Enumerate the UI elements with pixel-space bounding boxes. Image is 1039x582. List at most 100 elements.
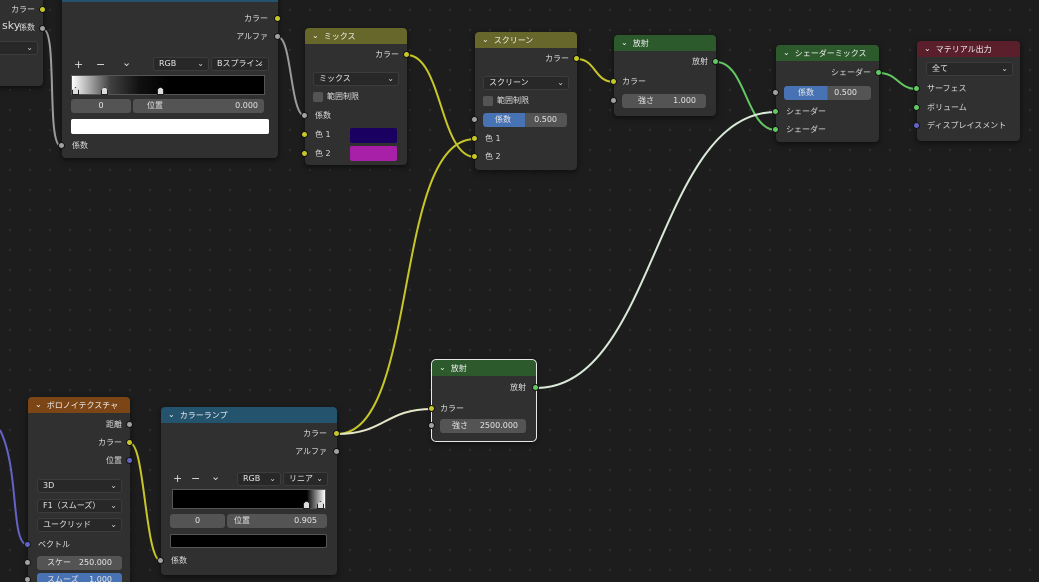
emission-top-strength-field[interactable]: 強さ 1.000	[622, 94, 706, 108]
fragment-node[interactable]: カラー sky 係数 ⌄	[0, 0, 43, 86]
mix-out-color-socket[interactable]	[403, 51, 410, 58]
emission-top-in-color-socket[interactable]	[610, 78, 617, 85]
emission-top-header[interactable]: ⌄ 放射	[614, 35, 716, 51]
colorramp-bottom-color-swatch[interactable]	[170, 534, 327, 548]
material-output-target[interactable]: 全て ⌄	[926, 62, 1013, 76]
mix-blend-dropdown[interactable]: ミックス ⌄	[313, 72, 399, 86]
voronoi-header[interactable]: ⌄ ボロノイテクスチャ	[28, 397, 130, 413]
ramp-menu-button[interactable]: ⌄	[211, 471, 220, 483]
voronoi-out-position-socket[interactable]	[126, 457, 133, 464]
emission-bottom-strength-socket[interactable]	[428, 422, 435, 429]
voronoi-scale-field[interactable]: スケー 250.000	[37, 556, 122, 570]
voronoi-scale-socket[interactable]	[24, 559, 31, 566]
colorramp-bottom-out-alpha: アルファ	[295, 447, 327, 456]
material-output-surface-socket[interactable]	[913, 85, 920, 92]
colorramp-top-gradient[interactable]	[71, 75, 265, 95]
remove-stop-button[interactable]: −	[191, 473, 200, 485]
voronoi-feature[interactable]: F1（スムーズ） ⌄	[37, 499, 122, 513]
screen-blend-dropdown[interactable]: スクリーン ⌄	[483, 76, 569, 90]
mix-color1-socket[interactable]	[301, 131, 308, 138]
mix-header[interactable]: ⌄ ミックス	[305, 28, 407, 44]
screen-clamp-checkbox[interactable]	[483, 96, 493, 106]
voronoi-smooth-field[interactable]: スムーズ 1.000	[37, 573, 122, 582]
mix-shader-out-socket[interactable]	[875, 69, 882, 76]
colorramp-top-out-alpha-socket[interactable]	[274, 33, 281, 40]
colorramp-top-color-swatch[interactable]	[71, 119, 269, 134]
colorramp-top-out-color-socket[interactable]	[274, 15, 281, 22]
screen-color1-socket[interactable]	[471, 135, 478, 142]
mix-shader-out: シェーダー	[831, 68, 871, 77]
remove-stop-button[interactable]: −	[96, 59, 105, 71]
add-stop-button[interactable]: +	[173, 473, 182, 485]
voronoi-out-color-socket[interactable]	[126, 439, 133, 446]
fragment-out-color-socket[interactable]	[39, 6, 46, 13]
voronoi-out-position: 位置	[106, 456, 122, 465]
colorramp-bottom-header[interactable]: ⌄ カラーランプ	[161, 407, 337, 423]
emission-top-node[interactable]: ⌄ 放射 放射 カラー 強さ 1.000	[614, 35, 716, 116]
colorramp-top-interp[interactable]: Bスプライン ⌄	[211, 57, 269, 71]
screen-factor-socket[interactable]	[471, 116, 478, 123]
material-output-header[interactable]: ⌄ マテリアル出力	[917, 41, 1020, 57]
mix-shader-factor-field[interactable]: 係数 0.500	[784, 86, 871, 100]
colorramp-top-in-factor-socket[interactable]	[58, 142, 65, 149]
fragment-dropdown[interactable]: ⌄	[0, 41, 38, 55]
mix-shader-header[interactable]: ⌄ シェーダーミックス	[776, 45, 879, 61]
voronoi-title: ボロノイテクスチャ	[46, 400, 119, 410]
voronoi-node[interactable]: ⌄ ボロノイテクスチャ 距離 カラー 位置 3D ⌄ F1（スムーズ） ⌄ ユークリッ…	[28, 397, 130, 582]
add-stop-button[interactable]: +	[74, 59, 83, 71]
mix-factor-socket[interactable]	[301, 112, 308, 119]
screen-title: スクリーン	[493, 35, 534, 45]
mix-factor-label: 係数	[315, 111, 331, 120]
mix-shader-factor-label: 係数	[798, 88, 814, 97]
material-output-displacement-socket[interactable]	[913, 122, 920, 129]
emission-bottom-strength-field[interactable]: 強さ 2500.000	[440, 419, 526, 433]
voronoi-smooth-socket[interactable]	[24, 576, 31, 582]
mix-clamp-checkbox[interactable]	[313, 92, 323, 102]
mix-color2-swatch[interactable]	[350, 146, 397, 161]
emission-top-strength-socket[interactable]	[610, 97, 617, 104]
colorramp-bottom-stop-index[interactable]: 0	[170, 514, 225, 528]
screen-out-color-socket[interactable]	[573, 55, 580, 62]
colorramp-bottom-node[interactable]: ⌄ カラーランプ カラー アルファ + − ⌄ RGB ⌄ リニア ⌄ 0 位置 0.…	[161, 407, 337, 575]
mix-color1-swatch[interactable]	[350, 128, 397, 143]
voronoi-metric[interactable]: ユークリッド ⌄	[37, 518, 122, 532]
screen-node[interactable]: ⌄ スクリーン カラー スクリーン ⌄ 範囲制限 係数 0.500 色 1 色 2	[475, 32, 577, 170]
mix-shader-node[interactable]: ⌄ シェーダーミックス シェーダー 係数 0.500 シェーダー シェーダー	[776, 45, 879, 142]
colorramp-top-node[interactable]: カラー アルファ + − ⌄ RGB ⌄ Bスプライン ⌄ 0 位置 0.000 係…	[62, 0, 278, 158]
emission-bottom-in-color-socket[interactable]	[428, 405, 435, 412]
colorramp-bottom-out-alpha-socket[interactable]	[333, 448, 340, 455]
screen-factor-field[interactable]: 係数 0.500	[483, 113, 567, 127]
colorramp-bottom-out-color-socket[interactable]	[333, 430, 340, 437]
emission-bottom-out-socket[interactable]	[532, 384, 539, 391]
ramp-menu-button[interactable]: ⌄	[122, 57, 131, 69]
link-mixshader-to-output	[878, 72, 918, 90]
colorramp-bottom-mode[interactable]: RGB ⌄	[237, 472, 281, 486]
colorramp-bottom-in-factor-socket[interactable]	[157, 557, 164, 564]
mix-shader-factor-socket[interactable]	[772, 89, 779, 96]
emission-bottom-node[interactable]: ⌄ 放射 放射 カラー 強さ 2500.000	[431, 359, 537, 442]
colorramp-bottom-interp[interactable]: リニア ⌄	[283, 472, 328, 486]
mix-color2-socket[interactable]	[301, 150, 308, 157]
screen-color2-socket[interactable]	[471, 153, 478, 160]
emission-top-out-socket[interactable]	[712, 58, 719, 65]
colorramp-bottom-pos-value: 0.905	[294, 516, 317, 525]
mix-node[interactable]: ⌄ ミックス カラー ミックス ⌄ 範囲制限 係数 色 1 色 2	[305, 28, 407, 165]
material-output-node[interactable]: ⌄ マテリアル出力 全て ⌄ サーフェス ボリューム ディスプレイスメント	[917, 41, 1020, 141]
colorramp-top-stop-index[interactable]: 0	[71, 99, 131, 113]
voronoi-out-distance: 距離	[106, 420, 122, 429]
screen-header[interactable]: ⌄ スクリーン	[475, 32, 577, 48]
colorramp-top-mode[interactable]: RGB ⌄	[153, 57, 209, 71]
colorramp-top-position[interactable]: 位置 0.000	[133, 99, 264, 113]
voronoi-scale-value: 250.000	[78, 558, 112, 567]
mix-shader-in2-socket[interactable]	[772, 126, 779, 133]
material-output-volume-socket[interactable]	[913, 104, 920, 111]
fragment-out-factor-socket[interactable]	[39, 25, 46, 32]
mix-shader-in1-socket[interactable]	[772, 108, 779, 115]
emission-bottom-header[interactable]: ⌄ 放射	[432, 360, 536, 376]
link-screen-to-emission	[576, 58, 615, 83]
voronoi-out-distance-socket[interactable]	[126, 421, 133, 428]
voronoi-dimensions[interactable]: 3D ⌄	[37, 479, 122, 493]
colorramp-bottom-gradient[interactable]	[172, 489, 326, 509]
colorramp-bottom-position[interactable]: 位置 0.905	[227, 514, 327, 528]
voronoi-in-vector-socket[interactable]	[24, 541, 31, 548]
